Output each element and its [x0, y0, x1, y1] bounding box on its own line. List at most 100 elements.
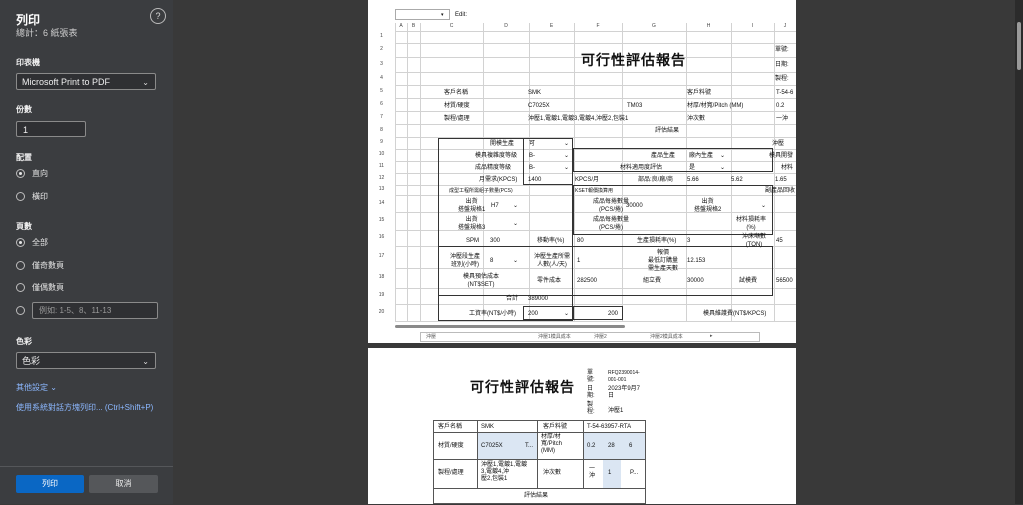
printer-value: Microsoft Print to PDF [22, 77, 111, 87]
part-label: 部品:良/廠/商 [638, 177, 674, 183]
product-count2-label: 成品每捲數量 (PCS/捲) [593, 217, 630, 231]
production-value: 廠內生產 [689, 153, 714, 159]
copies-input[interactable]: 1 [16, 121, 86, 137]
row-number: 3 [380, 60, 383, 67]
sheet-scrollbar[interactable] [395, 325, 625, 328]
color-value: 色彩 [22, 356, 41, 366]
color-select[interactable]: 色彩 ⌄ [16, 352, 156, 369]
radio-icon [16, 283, 25, 292]
radio-selected-icon [16, 238, 25, 247]
radio-icon [16, 306, 25, 315]
process-label: 製程: [775, 76, 789, 82]
wage2-value: 200 [608, 311, 619, 317]
page2-process-row: 沖壓1,電鍍1,電鍍 3,電鍍4,沖 壓2,包裝1 [481, 462, 528, 482]
tab-punch[interactable]: 沖壓 [426, 333, 436, 340]
page2-process-row-label: 製程/處理 [438, 470, 464, 476]
date-label: 日期: [775, 62, 789, 68]
byproduct-label: 副產品回收 [765, 188, 796, 194]
print-button[interactable]: 列印 [16, 475, 84, 493]
row-number: 10 [378, 151, 385, 157]
radio-selected-icon [16, 169, 25, 178]
mold-change-label: 沖壓段生產 班別(小時) [450, 254, 481, 268]
open-mold-label: 開模生產 [490, 141, 515, 147]
layout-portrait-label: 直向 [32, 169, 48, 178]
chevron-down-icon[interactable]: ⌄ [564, 140, 569, 148]
ship-spec3-label: 出貨 搭盤規格3 [458, 217, 486, 231]
customer-part-label: 客戶料號 [687, 90, 712, 96]
ship-spec2-label: 出貨 搭盤規格2 [694, 199, 722, 213]
chevron-down-icon[interactable]: ⌄ [564, 164, 569, 172]
pages-range-input[interactable]: 例如: 1-5、8、11-13 [32, 302, 158, 319]
punch-count-value: 一沖 [776, 116, 789, 122]
chevron-down-icon[interactable]: ⌄ [761, 202, 766, 210]
move-rate-label: 移動率(%) [537, 238, 565, 244]
assembly-value: 30000 [687, 278, 704, 284]
punch-tonnage-label: 沖床噸數 (TON) [742, 234, 767, 248]
page2-customer-name-label: 客戶名稱 [438, 424, 463, 430]
part-value-1: 5.66 [687, 177, 699, 183]
page2-title: 可行性評估報告 [470, 379, 575, 395]
radio-icon [16, 192, 25, 201]
layout-landscape-label: 橫印 [32, 192, 48, 201]
help-icon[interactable]: ? [150, 8, 166, 24]
chevron-down-icon[interactable]: ⌄ [513, 220, 518, 228]
wage-value: 200 [528, 311, 539, 317]
chevron-down-icon[interactable]: ⌄ [513, 202, 518, 210]
pages-even-label: 僅偶數頁 [32, 283, 64, 292]
printer-label: 印表機 [16, 58, 40, 67]
printer-select[interactable]: Microsoft Print to PDF ⌄ [16, 73, 156, 90]
mold-cost-label: 模具預估成本 (NT$SET) [463, 274, 500, 288]
tab-punch2[interactable]: 沖壓2 [594, 333, 607, 340]
row-number: 12 [378, 175, 385, 181]
radio-icon [16, 261, 25, 270]
tab-punch1-mold-cost[interactable]: 沖壓1模具成本 [538, 333, 571, 340]
chevron-down-icon: ▾ [441, 12, 444, 18]
chevron-down-icon[interactable]: ⌄ [564, 310, 569, 318]
system-dialog-link[interactable]: 使用系統對話方塊列印... (Ctrl+Shift+P) [16, 402, 153, 413]
thickness-value: 0.2 [776, 103, 785, 109]
chevron-down-icon[interactable]: ⌄ [720, 164, 725, 172]
scrollbar-thumb[interactable] [1017, 22, 1021, 70]
ship-spec1-value: H7 [491, 203, 499, 209]
thickness-label: 材厚/材寬/Pitch (MM) [687, 103, 744, 109]
page2-customer-name: SMK [481, 424, 495, 430]
more-settings-label: 其他設定 [16, 383, 48, 392]
punch-side-label: 沖壓 [772, 141, 785, 147]
row-number: 8 [380, 126, 383, 133]
preview-scrollbar[interactable] [1015, 0, 1023, 504]
process-label-row: 製程/處理 [444, 116, 470, 122]
parts-cost-value: 282500 [577, 278, 598, 284]
total-label: 合計 [506, 296, 519, 302]
open-mold-value: 可 [529, 141, 536, 147]
more-settings-link[interactable]: 其他設定 ⌄ [16, 382, 57, 393]
process-value: 沖壓1,電鍍1,電鍍3,電鍍4,沖壓2,包裝1 [528, 116, 629, 122]
chevron-down-icon[interactable]: ⌄ [564, 152, 569, 160]
tab-scroll-right-icon[interactable]: ▸ [710, 333, 713, 339]
row-number: 19 [378, 292, 385, 298]
part-value-2: 5.62 [731, 177, 743, 183]
row-number: 2 [380, 46, 383, 52]
tab-punch2-mold-cost[interactable]: 沖壓2模具成本 [650, 333, 683, 340]
preview-page-2: 可行性評估報告 單 號: RFQ2390014- 001-001 日 期: 20… [368, 348, 796, 504]
page2-process-value: 沖壓1 [608, 408, 624, 414]
customer-part-value: T-54-6 [776, 90, 794, 96]
prod-loss-value: 3 [687, 238, 691, 244]
cancel-button[interactable]: 取消 [89, 475, 158, 493]
mold-maint-label: 模具維護費(NT$/KPCS) [703, 311, 767, 317]
spm-label: SPM [466, 238, 480, 244]
monthly-value: 1400 [528, 177, 542, 183]
assembly-label: 組立費 [643, 278, 662, 284]
edit-label: Edit: [455, 12, 468, 18]
chevron-down-icon[interactable]: ⌄ [720, 152, 725, 160]
chevron-down-icon[interactable]: ⌄ [513, 257, 518, 265]
trial-value: 56500 [776, 278, 793, 284]
material-label: 材質/硬度 [444, 103, 470, 109]
eval-result-header: 評估結果 [655, 128, 680, 134]
row-number: 11 [378, 163, 385, 169]
mold-grade-label: 模具複雜度等級 [475, 153, 518, 159]
material-fit-value: 是 [689, 165, 696, 171]
chevron-down-icon: ⌄ [50, 383, 57, 392]
page2-material: C7025X [481, 443, 503, 449]
punch-people-value: 1 [577, 258, 581, 264]
page2-customer-part-label: 客戶料號 [543, 424, 568, 430]
